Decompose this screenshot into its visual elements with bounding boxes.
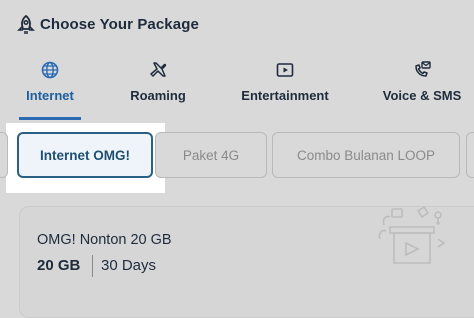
chip-next-partial[interactable]: [466, 132, 474, 178]
package-quota: 20 GB: [37, 257, 81, 274]
tab-internet[interactable]: Internet: [19, 56, 81, 120]
globe-icon: [41, 61, 59, 79]
package-type-chips: Internet OMG! Paket 4G Combo Bulanan LOO…: [0, 120, 474, 195]
phone-message-icon: [415, 61, 431, 77]
package-duration: 30 Days: [101, 257, 157, 274]
chip-previous-partial[interactable]: [0, 132, 8, 178]
package-name: OMG! Nonton 20 GB: [37, 232, 172, 248]
tab-roaming[interactable]: Roaming: [124, 56, 192, 120]
package-card[interactable]: OMG! Nonton 20 GB 20 GB 30 Days: [19, 205, 474, 318]
chip-paket-4g[interactable]: Paket 4G: [155, 132, 267, 178]
tab-label: Voice & SMS: [382, 88, 462, 103]
tab-label: Entertainment: [241, 88, 329, 103]
divider: [92, 255, 93, 277]
media-gift-box-icon: [378, 205, 446, 264]
chip-combo-bulanan-loop[interactable]: Combo Bulanan LOOP: [272, 132, 460, 178]
rocket-icon: [17, 15, 35, 34]
tab-entertainment[interactable]: Entertainment: [238, 56, 332, 120]
page-header: Choose Your Package: [0, 0, 474, 52]
chip-internet-omg[interactable]: Internet OMG!: [17, 132, 153, 178]
tab-label: Internet: [26, 88, 74, 103]
tab-label: Roaming: [130, 88, 186, 103]
tab-voice-sms[interactable]: Voice & SMS: [382, 56, 462, 120]
page-title: Choose Your Package: [40, 16, 199, 33]
airplane-icon: [150, 62, 167, 77]
play-icon: [276, 63, 294, 77]
category-tabs: Internet Roaming Entertainment Voice & S…: [0, 56, 474, 120]
